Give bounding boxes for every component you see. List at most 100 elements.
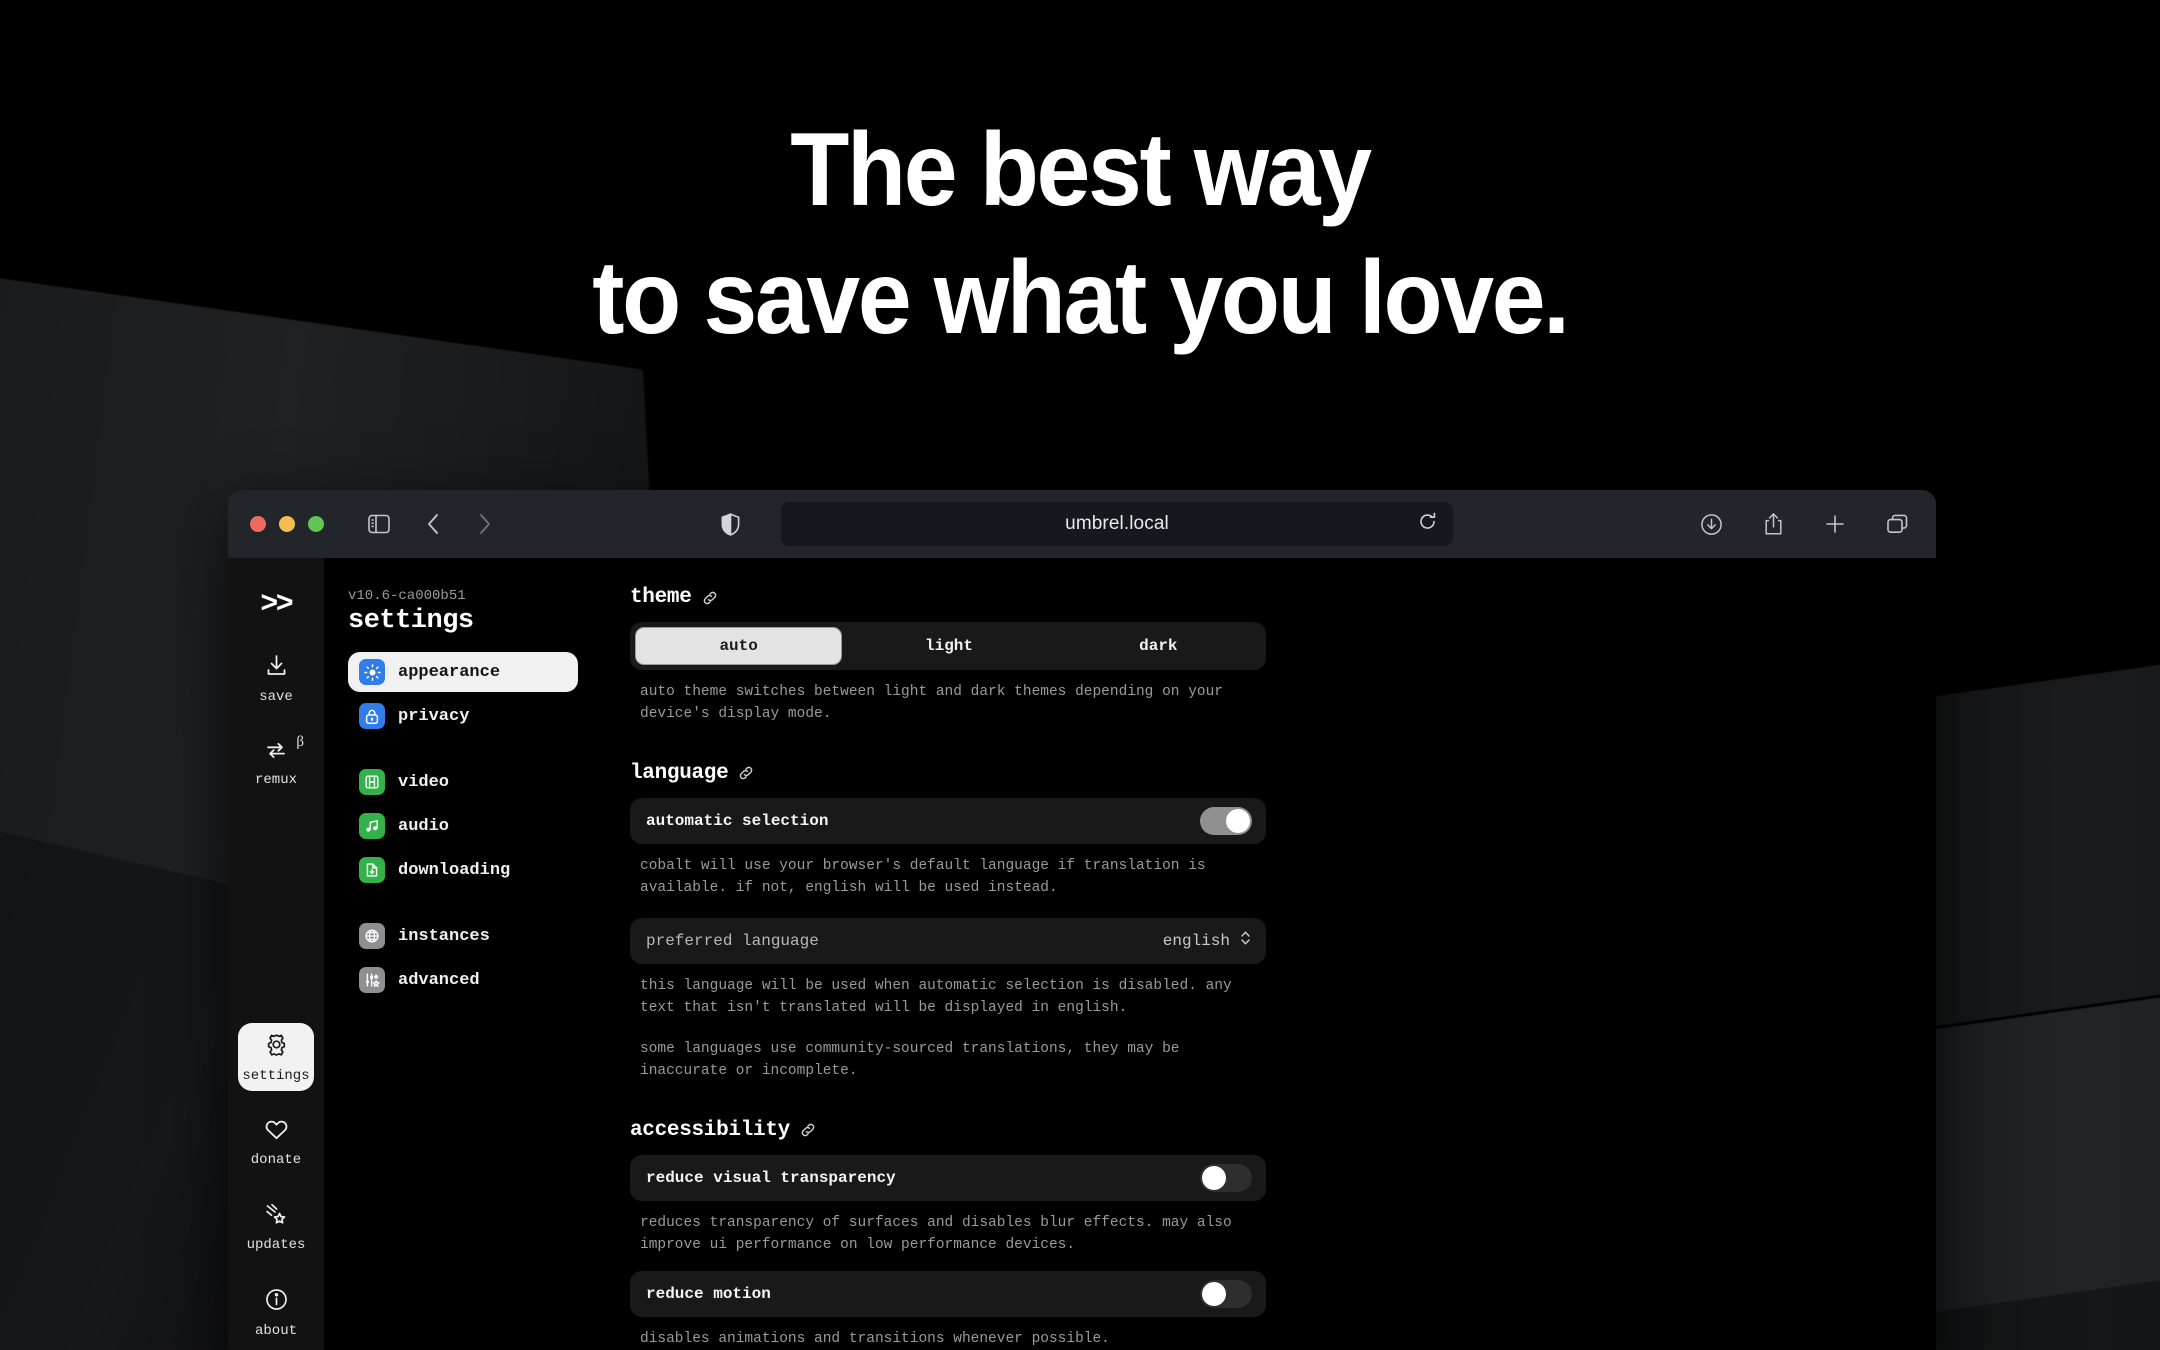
reduce-motion-help-text: disables animations and transitions when… (640, 1330, 1110, 1347)
info-circle-icon (264, 1287, 289, 1317)
automatic-selection-row[interactable]: automatic selection (630, 797, 1266, 844)
settings-nav-column: v10.6-ca000b51 settings appearance priva… (324, 558, 594, 1350)
section-title: accessibility (630, 1118, 790, 1142)
section-header-accessibility: accessibility (630, 1119, 1266, 1142)
section-title: language (630, 761, 729, 785)
tab-overview-icon[interactable] (1880, 507, 1914, 541)
reduce-transparency-toggle[interactable] (1200, 1163, 1252, 1192)
reduce-transparency-row[interactable]: reduce visual transparency (630, 1154, 1266, 1201)
cobalt-logo: >> (260, 586, 293, 619)
file-download-icon (359, 857, 385, 883)
rail-item-label: updates (246, 1237, 306, 1253)
sidebar-item-advanced[interactable]: advanced (348, 960, 578, 1000)
address-bar-area: umbrel.local (502, 502, 1664, 546)
rail-item-save[interactable]: save (238, 644, 314, 712)
hero-headline: The best way to save what you love. (76, 118, 2085, 350)
privacy-shield-icon[interactable] (713, 507, 747, 541)
lock-icon (359, 703, 385, 729)
sidebar-item-instances[interactable]: instances (348, 916, 578, 956)
rail-bottom-group: settings donate updates about (238, 1023, 314, 1350)
rail-item-donate[interactable]: donate (238, 1109, 314, 1175)
app-version: v10.6-ca000b51 (348, 588, 466, 604)
rail-item-remux[interactable]: β remux (238, 730, 314, 795)
maximize-window-button[interactable] (308, 516, 324, 532)
globe-icon (359, 923, 385, 949)
reduce-motion-row[interactable]: reduce motion (630, 1270, 1266, 1317)
sidebar-item-label: advanced (398, 970, 480, 990)
anchor-link-icon[interactable] (738, 765, 754, 781)
community-translations-help-text: some languages use community-sourced tra… (640, 1040, 1180, 1080)
anchor-link-icon[interactable] (702, 590, 718, 606)
row-label: preferred language (646, 931, 819, 950)
browser-window: umbrel.local >> save β remux settings do… (228, 490, 1936, 1350)
minimize-window-button[interactable] (279, 516, 295, 532)
toggle-knob (1202, 1165, 1226, 1190)
sidebar-item-label: privacy (398, 706, 470, 726)
reload-icon[interactable] (1418, 512, 1437, 536)
forward-chevron-icon[interactable] (468, 507, 502, 541)
beta-badge: β (296, 734, 304, 750)
rail-item-label: donate (250, 1152, 302, 1168)
preferred-language-help-text: this language will be used when automati… (640, 977, 1232, 1017)
preferred-language-row[interactable]: preferred language english (630, 917, 1266, 964)
section-header-language: language (630, 762, 1266, 785)
sliders-icon (359, 967, 385, 993)
preferred-language-value-group: english (1163, 929, 1252, 952)
section-header-theme: theme (630, 586, 1266, 609)
theme-option-auto[interactable]: auto (635, 627, 843, 665)
window-traffic-lights (250, 516, 324, 532)
hero-line-2: to save what you love. (592, 240, 1570, 356)
sidebar-item-appearance[interactable]: appearance (348, 652, 578, 692)
sidebar-item-downloading[interactable]: downloading (348, 850, 578, 890)
url-text: umbrel.local (1065, 513, 1169, 534)
gear-icon (264, 1032, 289, 1062)
app-body: >> save β remux settings donate updates … (228, 558, 1936, 1350)
preferred-language-value: english (1162, 931, 1230, 950)
sidebar-item-privacy[interactable]: privacy (348, 696, 578, 736)
toggle-knob (1202, 1281, 1226, 1306)
navigation-buttons (416, 507, 502, 541)
rail-item-label: settings (242, 1068, 310, 1084)
section-title: theme (630, 586, 692, 609)
sidebar-toggle-icon[interactable] (362, 507, 396, 541)
row-label: reduce visual transparency (646, 1168, 896, 1187)
share-icon[interactable] (1756, 507, 1790, 541)
sidebar-item-video[interactable]: video (348, 762, 578, 802)
screen: The best way to save what you love. umbr… (0, 0, 2160, 1350)
sidebar-item-label: appearance (398, 662, 501, 682)
rail-item-updates[interactable]: updates (238, 1193, 314, 1260)
theme-help-text: auto theme switches between light and da… (640, 684, 1223, 723)
rail-item-label: remux (254, 772, 297, 788)
rail-item-settings[interactable]: settings (238, 1023, 314, 1091)
sidebar-item-label: audio (398, 816, 450, 836)
back-chevron-icon[interactable] (416, 507, 450, 541)
nav-group-divider (348, 894, 578, 916)
theme-option-light[interactable]: light (846, 627, 1051, 665)
music-note-icon (359, 813, 385, 839)
theme-option-dark[interactable]: dark (1056, 627, 1261, 665)
sidebar-item-label: video (398, 772, 450, 792)
theme-segmented-control: auto light dark (630, 622, 1266, 670)
reduce-motion-toggle[interactable] (1200, 1279, 1252, 1308)
rail-item-label: save (259, 689, 293, 705)
reduce-transparency-help-text: reduces transparency of surfaces and dis… (640, 1214, 1232, 1254)
new-tab-icon[interactable] (1818, 507, 1852, 541)
sidebar-item-audio[interactable]: audio (348, 806, 578, 846)
anchor-link-icon[interactable] (800, 1122, 816, 1138)
rail-item-label: about (254, 1323, 297, 1339)
downloads-icon[interactable] (1694, 507, 1728, 541)
automatic-selection-toggle[interactable] (1200, 806, 1252, 835)
browser-toolbar: umbrel.local (228, 490, 1936, 558)
rail-item-about[interactable]: about (238, 1278, 314, 1346)
sun-icon (359, 659, 385, 685)
row-label: reduce motion (646, 1284, 771, 1303)
chevron-updown-icon[interactable] (1239, 929, 1252, 952)
sidebar-item-label: downloading (398, 860, 511, 880)
hero-line-1: The best way (790, 112, 1372, 228)
heart-icon (264, 1118, 289, 1146)
toggle-knob (1226, 808, 1250, 833)
row-label: automatic selection (646, 811, 829, 830)
address-bar[interactable]: umbrel.local (781, 502, 1453, 546)
close-window-button[interactable] (250, 516, 266, 532)
download-arrow-icon (264, 653, 289, 683)
